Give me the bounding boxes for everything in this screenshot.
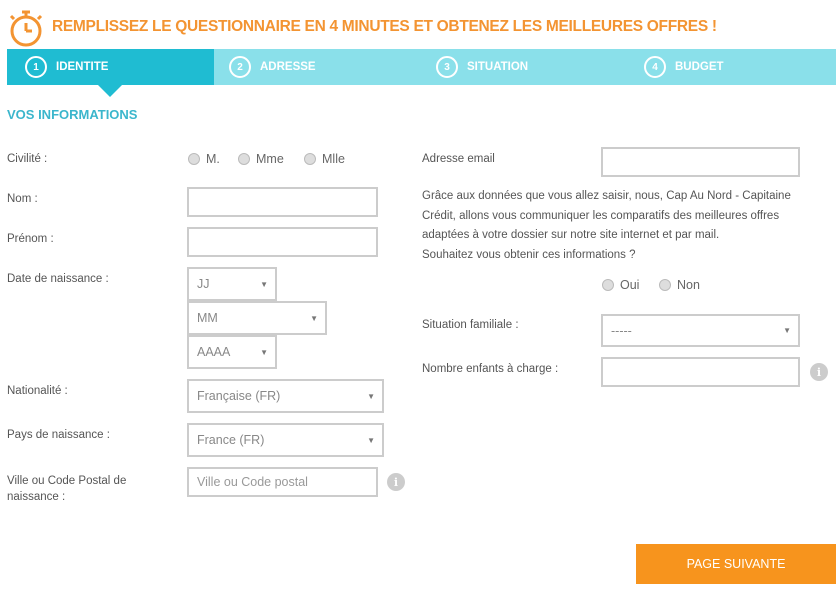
email-input[interactable] [601, 147, 800, 177]
select-value: JJ [197, 277, 210, 291]
select-value: France (FR) [197, 433, 265, 447]
step-number: 1 [25, 56, 47, 78]
naissance-label: Date de naissance : [7, 273, 109, 285]
mois-select[interactable]: MM [187, 301, 327, 335]
info-icon[interactable]: i [387, 473, 405, 491]
step-number: 3 [436, 56, 458, 78]
stopwatch-icon [9, 10, 43, 47]
page-title: REMPLISSEZ LE QUESTIONNAIRE EN 4 MINUTES… [52, 18, 717, 35]
nationalite-label: Nationalité : [7, 385, 68, 397]
step-adresse[interactable]: 2 ADRESSE [229, 49, 316, 85]
step-label: IDENTITE [56, 61, 109, 73]
prenom-label: Prénom : [7, 233, 54, 245]
pays-select[interactable]: France (FR) [187, 423, 384, 457]
ville-input[interactable]: Ville ou Code postal [187, 467, 378, 497]
annee-select[interactable]: AAAA [187, 335, 277, 369]
consent-text: Grâce aux données que vous allez saisir,… [422, 187, 822, 265]
select-value: MM [197, 311, 218, 325]
civilite-label: Civilité : [7, 153, 48, 165]
active-step-pointer [98, 85, 122, 97]
select-value: AAAA [197, 345, 231, 359]
radio-non[interactable]: Non [659, 278, 700, 292]
step-budget[interactable]: 4 BUDGET [644, 49, 724, 85]
select-value: Française (FR) [197, 389, 281, 403]
pays-label: Pays de naissance : [7, 429, 110, 441]
jour-select[interactable]: JJ [187, 267, 277, 301]
step-label: BUDGET [675, 61, 724, 73]
radio-label: Non [677, 278, 700, 292]
situation-select[interactable]: ----- [601, 314, 800, 347]
step-situation[interactable]: 3 SITUATION [436, 49, 528, 85]
section-title: VOS INFORMATIONS [7, 107, 138, 122]
enfants-input[interactable] [601, 357, 800, 387]
nationalite-select[interactable]: Française (FR) [187, 379, 384, 413]
radio-m[interactable]: M. [188, 152, 220, 166]
email-label: Adresse email [422, 153, 495, 165]
situation-label: Situation familiale : [422, 319, 519, 331]
radio-label: Mlle [322, 152, 345, 166]
radio-mme[interactable]: Mme [238, 152, 284, 166]
enfants-label: Nombre enfants à charge : [422, 363, 559, 375]
step-label: SITUATION [467, 61, 529, 73]
ville-label: Ville ou Code Postal de naissance : [7, 475, 127, 503]
step-number: 4 [644, 56, 666, 78]
next-page-button[interactable]: PAGE SUIVANTE [636, 544, 836, 584]
nom-label: Nom : [7, 193, 38, 205]
radio-oui[interactable]: Oui [602, 278, 639, 292]
select-value: ----- [611, 323, 632, 338]
consent-question: Souhaitez vous obtenir ces informations … [422, 248, 636, 261]
info-icon[interactable]: i [810, 363, 828, 381]
step-identite[interactable]: 1 IDENTITE [7, 49, 214, 85]
radio-label: Mme [256, 152, 284, 166]
nom-input[interactable] [187, 187, 378, 217]
prenom-input[interactable] [187, 227, 378, 257]
step-bar: 1 IDENTITE 2 ADRESSE 3 SITUATION 4 BUDGET [7, 49, 836, 85]
step-number: 2 [229, 56, 251, 78]
consent-paragraph: Grâce aux données que vous allez saisir,… [422, 190, 791, 241]
step-label: ADRESSE [260, 61, 316, 73]
radio-label: Oui [620, 278, 640, 292]
radio-label: M. [206, 152, 220, 166]
radio-mlle[interactable]: Mlle [304, 152, 345, 166]
